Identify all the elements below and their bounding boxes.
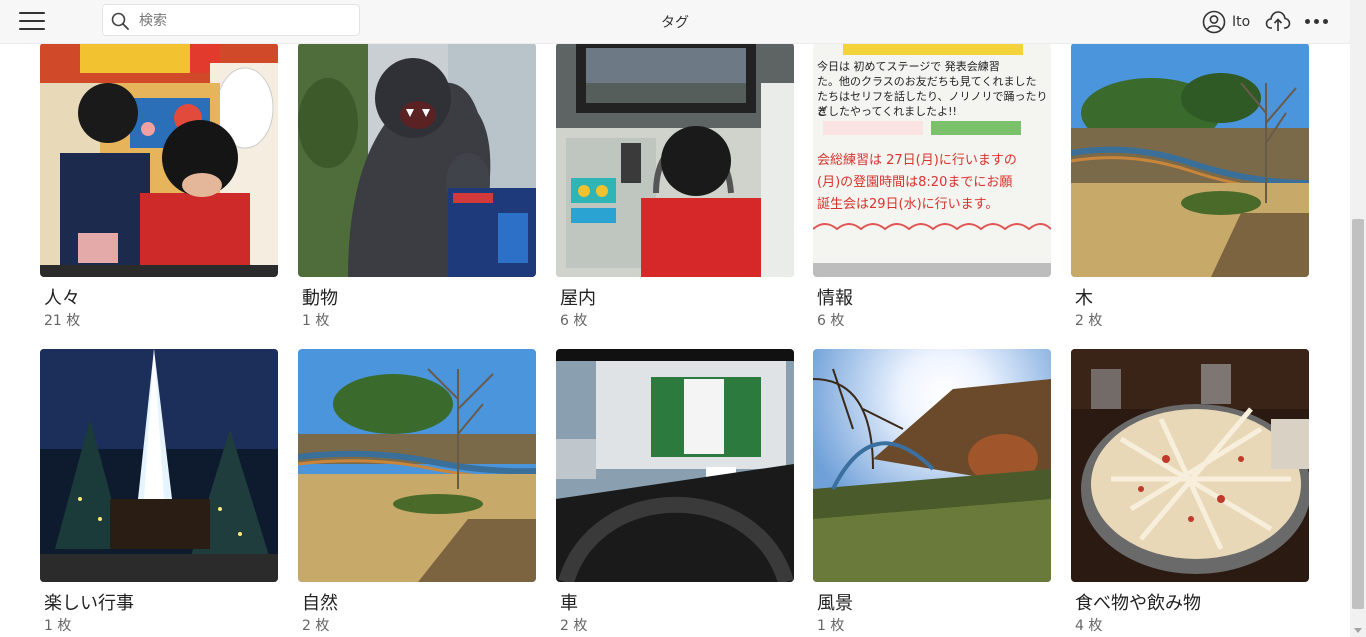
tag-count: 6 枚 [560, 313, 588, 329]
whiteboard-line: 会総練習は 27日(月)に行いますの [817, 153, 1017, 168]
tag-card[interactable]: 人々 21 枚 [40, 43, 278, 329]
tag-name: 動物 [302, 288, 338, 309]
tag-thumbnail[interactable] [813, 349, 1051, 582]
tag-thumbnail[interactable] [298, 349, 536, 582]
tag-count: 2 枚 [1075, 313, 1103, 329]
tag-card[interactable]: 自然 2 枚 [298, 349, 536, 634]
whiteboard-line: 今日は 初めてステージで 発表会練習 [817, 60, 1000, 73]
tag-thumbnail[interactable] [1071, 349, 1309, 582]
whiteboard-line: た。他のクラスのお友だちも見てくれました [817, 75, 1037, 88]
whiteboard-line: (月)の登園時間は8:20までにお願 [817, 175, 1013, 190]
user-account-button[interactable]: Ito [1202, 10, 1250, 34]
tag-card[interactable]: 今日は 初めてステージで 発表会練習 た。他のクラスのお友だちも見てくれました … [813, 43, 1051, 329]
search-box[interactable] [102, 4, 360, 36]
tag-name: 情報 [817, 288, 853, 309]
top-app-bar: タグ Ito [0, 0, 1350, 44]
tag-name: 車 [560, 593, 578, 614]
tag-thumbnail[interactable] [40, 43, 278, 277]
tag-count: 6 枚 [817, 313, 845, 329]
page-title: タグ [661, 15, 689, 31]
tag-name: 木 [1075, 288, 1093, 309]
tag-count: 1 枚 [302, 313, 330, 329]
user-name: Ito [1232, 14, 1251, 30]
more-horizontal-icon[interactable] [1303, 14, 1331, 28]
tag-name: 自然 [302, 593, 338, 614]
tag-name: 楽しい行事 [44, 593, 134, 614]
tag-card[interactable]: 屋内 6 枚 [556, 43, 794, 329]
cloud-upload-icon [1265, 11, 1291, 31]
tag-card[interactable]: 食べ物や飲み物 4 枚 [1071, 349, 1309, 634]
hamburger-icon[interactable] [19, 10, 45, 32]
tag-thumbnail[interactable] [1071, 43, 1309, 277]
search-input[interactable] [137, 8, 351, 34]
tag-count: 1 枚 [817, 618, 845, 634]
tag-name: 人々 [44, 288, 80, 309]
tag-name: 風景 [817, 593, 853, 614]
tag-card[interactable]: 楽しい行事 1 枚 [40, 349, 278, 634]
tag-card[interactable]: 車 2 枚 [556, 349, 794, 634]
tag-card[interactable]: 動物 1 枚 [298, 43, 536, 329]
tag-count: 2 枚 [302, 618, 330, 634]
scrollbar-thumb[interactable] [1352, 219, 1364, 609]
whiteboard-line: ぎしたやってくれましたよ!! [817, 105, 957, 118]
account-circle-icon [1202, 10, 1226, 34]
tag-thumbnail[interactable] [556, 349, 794, 582]
tag-thumbnail[interactable] [298, 43, 536, 277]
tag-count: 2 枚 [560, 618, 588, 634]
scroll-down-arrow-icon[interactable] [1354, 628, 1362, 633]
tag-thumbnail[interactable]: 今日は 初めてステージで 発表会練習 た。他のクラスのお友だちも見てくれました … [813, 43, 1051, 277]
vertical-scrollbar[interactable] [1350, 0, 1366, 637]
whiteboard-line: 誕生会は29日(水)に行います。 [817, 197, 999, 212]
tag-thumbnail[interactable] [556, 43, 794, 277]
upload-button[interactable] [1265, 9, 1291, 37]
search-icon [111, 12, 129, 30]
tag-name: 食べ物や飲み物 [1075, 593, 1201, 614]
tag-card[interactable]: 木 2 枚 [1071, 43, 1309, 329]
tag-count: 21 枚 [44, 313, 81, 329]
tag-card[interactable]: 風景 1 枚 [813, 349, 1051, 634]
tag-count: 1 枚 [44, 618, 72, 634]
tag-thumbnail[interactable] [40, 349, 278, 582]
tag-count: 4 枚 [1075, 618, 1103, 634]
tag-name: 屋内 [560, 288, 596, 309]
